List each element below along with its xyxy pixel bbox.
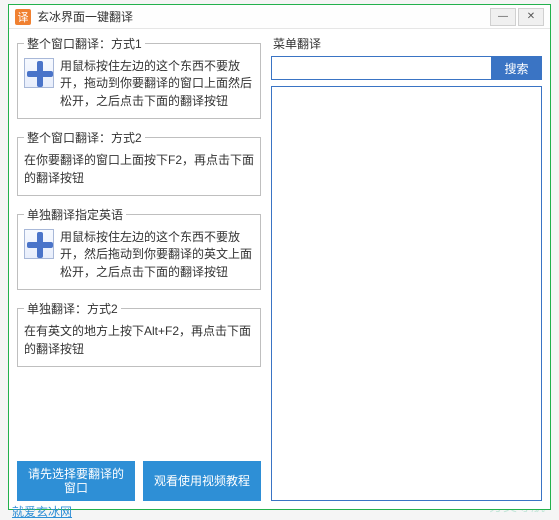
group-legend: 整个窗口翻译：方式2 — [24, 129, 145, 146]
search-row: 搜索 — [271, 56, 542, 80]
right-column: 菜单翻译 搜索 — [271, 35, 542, 501]
video-tutorial-button[interactable]: 观看使用视频教程 — [143, 461, 261, 501]
group-legend: 单独翻译指定英语 — [24, 206, 126, 223]
close-button[interactable]: ✕ — [518, 8, 544, 26]
group-desc: 用鼠标按住左边的这个东西不要放开，然后拖动到你要翻译的英文上面松开，之后点击下面… — [60, 229, 254, 281]
search-input[interactable] — [271, 56, 492, 80]
group-legend: 单独翻译：方式2 — [24, 300, 121, 317]
group-desc: 在有英文的地方上按下Alt+F2，再点击下面的翻译按钮 — [24, 323, 254, 358]
minimize-button[interactable]: — — [490, 8, 516, 26]
select-window-button[interactable]: 请先选择要翻译的窗口 — [17, 461, 135, 501]
drag-target-icon[interactable] — [24, 229, 54, 259]
left-column: 整个窗口翻译：方式1 用鼠标按住左边的这个东西不要放开，拖动到你要翻译的窗口上面… — [17, 35, 261, 501]
menu-translate-label: 菜单翻译 — [271, 35, 542, 52]
results-panel[interactable] — [271, 86, 542, 501]
group-desc: 在你要翻译的窗口上面按下F2，再点击下面的翻译按钮 — [24, 152, 254, 187]
search-button[interactable]: 搜索 — [492, 56, 542, 80]
group-window-method2: 整个窗口翻译：方式2 在你要翻译的窗口上面按下F2，再点击下面的翻译按钮 — [17, 129, 261, 196]
group-legend: 整个窗口翻译：方式1 — [24, 35, 145, 52]
content-area: 整个窗口翻译：方式1 用鼠标按住左边的这个东西不要放开，拖动到你要翻译的窗口上面… — [9, 29, 550, 509]
titlebar: 译 玄冰界面一键翻译 — ✕ — [9, 5, 550, 29]
app-window: 译 玄冰界面一键翻译 — ✕ 整个窗口翻译：方式1 用鼠标按住左边的这个东西不要… — [8, 4, 551, 510]
drag-target-icon[interactable] — [24, 58, 54, 88]
group-desc: 用鼠标按住左边的这个东西不要放开，拖动到你要翻译的窗口上面然后松开，之后点击下面… — [60, 58, 254, 110]
footer-link[interactable]: 就爱玄冰网 — [12, 503, 72, 520]
group-text-method1: 单独翻译指定英语 用鼠标按住左边的这个东西不要放开，然后拖动到你要翻译的英文上面… — [17, 206, 261, 290]
left-button-row: 请先选择要翻译的窗口 观看使用视频教程 — [17, 461, 261, 501]
window-title: 玄冰界面一键翻译 — [37, 8, 133, 25]
window-controls: — ✕ — [490, 8, 544, 26]
app-icon: 译 — [15, 9, 31, 25]
group-text-method2: 单独翻译：方式2 在有英文的地方上按下Alt+F2，再点击下面的翻译按钮 — [17, 300, 261, 367]
group-window-method1: 整个窗口翻译：方式1 用鼠标按住左边的这个东西不要放开，拖动到你要翻译的窗口上面… — [17, 35, 261, 119]
